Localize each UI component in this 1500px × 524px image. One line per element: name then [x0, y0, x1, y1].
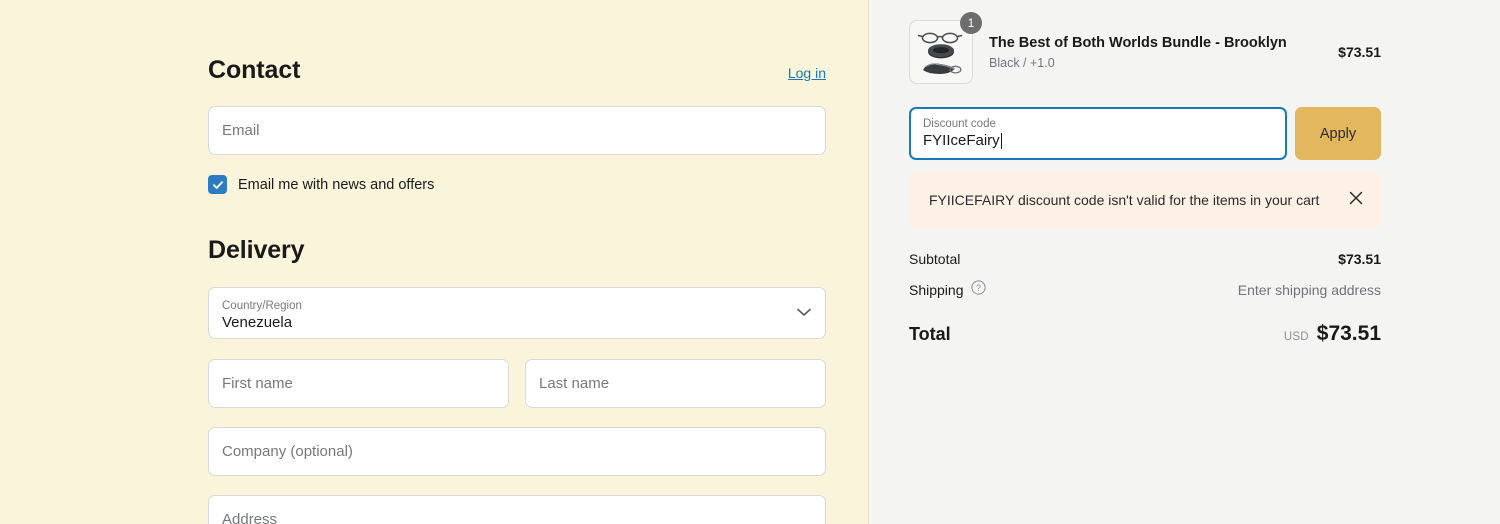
newsletter-checkbox[interactable] — [208, 175, 227, 194]
product-price: $73.51 — [1338, 44, 1381, 60]
currency-code: USD — [1283, 331, 1309, 343]
discount-code-value: FYIIceFairy — [923, 132, 1000, 149]
discount-value-wrap: FYIIceFairy — [923, 131, 1273, 150]
log-in-link[interactable]: Log in — [788, 65, 826, 81]
contact-heading: Contact — [208, 56, 301, 84]
newsletter-checkbox-row[interactable]: Email me with news and offers — [208, 175, 826, 194]
checkout-form-pane: Contact Log in Email Email me with news … — [0, 0, 868, 524]
newsletter-label: Email me with news and offers — [238, 176, 435, 193]
email-field[interactable]: Email — [208, 106, 826, 155]
shipping-info-icon[interactable]: ? — [970, 280, 986, 300]
subtotal-row: Subtotal $73.51 — [909, 251, 1381, 267]
order-summary-pane: 1 The Best of Both Worlds Bundle - Brook… — [868, 0, 1500, 524]
email-placeholder: Email — [222, 122, 260, 139]
shipping-label: Shipping — [909, 282, 964, 298]
text-cursor — [1000, 132, 1003, 149]
cart-line-item: 1 The Best of Both Worlds Bundle - Brook… — [909, 0, 1381, 84]
product-title: The Best of Both Worlds Bundle - Brookly… — [989, 35, 1287, 51]
discount-error-banner: FYIICEFAIRY discount code isn't valid fo… — [909, 172, 1381, 229]
company-placeholder: Company (optional) — [222, 443, 353, 460]
contact-section-header: Contact Log in — [208, 56, 826, 85]
form-column: Contact Log in Email Email me with news … — [208, 0, 826, 524]
address-placeholder: Address — [222, 511, 278, 524]
checkmark-icon — [212, 180, 223, 189]
svg-text:?: ? — [975, 283, 980, 293]
country-region-select[interactable]: Country/Region Venezuela — [208, 287, 826, 339]
name-fields-row: First name Last name — [208, 359, 826, 408]
discount-code-row: Discount code FYIIceFairy Apply — [909, 107, 1381, 160]
totals-section: Subtotal $73.51 Shipping ? Enter shippin… — [909, 251, 1381, 346]
subtotal-value: $73.51 — [1338, 251, 1381, 267]
summary-column: 1 The Best of Both Worlds Bundle - Brook… — [909, 0, 1381, 346]
last-name-placeholder: Last name — [539, 375, 610, 392]
product-variant: Black / +1.0 — [989, 56, 1055, 70]
company-field[interactable]: Company (optional) — [208, 427, 826, 476]
total-value: $73.51 — [1316, 322, 1381, 345]
shipping-value: Enter shipping address — [1237, 282, 1381, 298]
country-region-value: Venezuela — [222, 313, 293, 331]
shipping-label-wrap: Shipping ? — [909, 280, 986, 300]
address-field[interactable]: Address — [208, 495, 826, 524]
apply-discount-button[interactable]: Apply — [1295, 107, 1381, 160]
product-info: The Best of Both Worlds Bundle - Brookly… — [989, 34, 1322, 70]
total-amount-wrap: USD $73.51 — [1284, 322, 1381, 346]
country-region-label: Country/Region — [222, 299, 302, 312]
total-label: Total — [909, 324, 951, 344]
quantity-badge: 1 — [960, 12, 982, 34]
close-icon[interactable] — [1349, 189, 1363, 210]
discount-code-label: Discount code — [923, 118, 996, 130]
discount-error-message: FYIICEFAIRY discount code isn't valid fo… — [929, 192, 1320, 208]
delivery-heading: Delivery — [208, 236, 305, 264]
shipping-row: Shipping ? Enter shipping address — [909, 280, 1381, 300]
subtotal-label: Subtotal — [909, 251, 961, 267]
discount-code-input[interactable]: Discount code FYIIceFairy — [909, 107, 1287, 160]
first-name-placeholder: First name — [222, 375, 293, 392]
last-name-field[interactable]: Last name — [525, 359, 826, 408]
chevron-down-icon — [797, 304, 811, 322]
first-name-field[interactable]: First name — [208, 359, 509, 408]
product-thumbnail-wrap: 1 — [909, 12, 982, 84]
grand-total-row: Total USD $73.51 — [909, 322, 1381, 346]
